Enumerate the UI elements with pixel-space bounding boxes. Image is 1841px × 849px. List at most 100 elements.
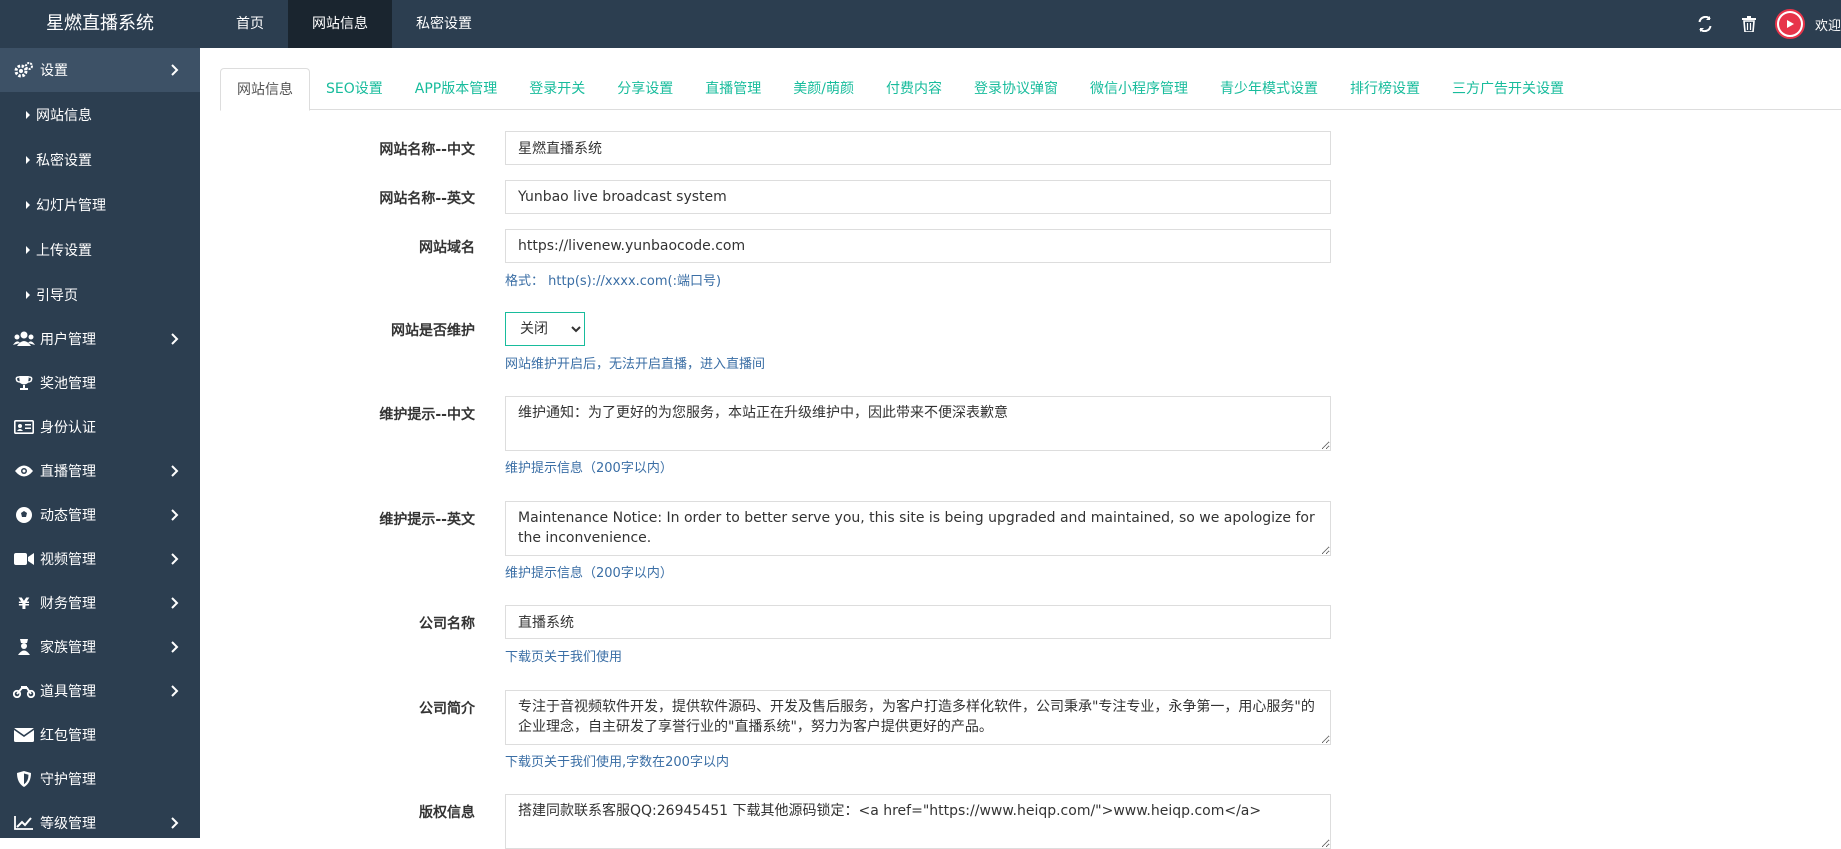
sidebar-item-guard[interactable]: 守护管理 — [0, 757, 200, 801]
company-input[interactable] — [505, 605, 1331, 639]
tip-en-textarea[interactable]: Maintenance Notice: In order to better s… — [505, 501, 1331, 556]
sidebar-item-label: 家族管理 — [40, 640, 96, 656]
chevron-right-icon — [166, 506, 184, 524]
caret-right-icon — [26, 290, 30, 299]
tip-cn-help: 维护提示信息（200字以内） — [505, 461, 673, 476]
maintenance-select[interactable]: 关闭 — [505, 312, 585, 346]
family-icon — [12, 637, 36, 657]
chevron-right-icon — [166, 462, 184, 480]
sidebar-sub-guide[interactable]: 引导页 — [0, 272, 200, 317]
sidebar-item-label: 动态管理 — [40, 508, 96, 524]
sidebar-item-family[interactable]: 家族管理 — [0, 625, 200, 669]
sidebar-item-label: 直播管理 — [40, 464, 96, 480]
sidebar-sub-slides[interactable]: 幻灯片管理 — [0, 182, 200, 227]
sidebar-item-identity[interactable]: 身份认证 — [0, 405, 200, 449]
tab-site-info[interactable]: 网站信息 — [220, 68, 310, 111]
tab-app-version[interactable]: APP版本管理 — [399, 68, 513, 110]
sidebar-item-props[interactable]: 道具管理 — [0, 669, 200, 713]
tab-third-ads[interactable]: 三方广告开关设置 — [1436, 68, 1580, 110]
sidebar-item-users[interactable]: 用户管理 — [0, 317, 200, 361]
tip-cn-label: 维护提示--中文 — [379, 407, 475, 423]
sidebar-item-red-packet[interactable]: 红包管理 — [0, 713, 200, 757]
caret-right-icon — [26, 200, 30, 209]
ball-icon — [12, 505, 36, 525]
sidebar-sub-site-info[interactable]: 网站信息 — [0, 92, 200, 137]
chart-icon — [12, 813, 36, 833]
tab-ranking[interactable]: 排行榜设置 — [1334, 68, 1436, 110]
tab-teen-mode[interactable]: 青少年模式设置 — [1204, 68, 1334, 110]
sidebar-item-label: 红包管理 — [40, 728, 96, 744]
copyright-textarea[interactable]: 搭建同款联系客服QQ:26945451 下载其他源码锁定：<a href="ht… — [505, 794, 1331, 849]
sidebar-sub-label: 网站信息 — [36, 107, 92, 124]
sidebar-item-label: 用户管理 — [40, 332, 96, 348]
tab-wechat-mini[interactable]: 微信小程序管理 — [1074, 68, 1204, 110]
sidebar-sub-upload[interactable]: 上传设置 — [0, 227, 200, 272]
intro-textarea[interactable]: 专注于音视频软件开发，提供软件源码、开发及售后服务，为客户打造多样化软件，公司秉… — [505, 690, 1331, 745]
id-card-icon — [12, 417, 36, 437]
sidebar-item-label: 财务管理 — [40, 596, 96, 612]
settings-tabs: 网站信息 SEO设置 APP版本管理 登录开关 分享设置 直播管理 美颜/萌颜 … — [220, 68, 1841, 111]
sidebar-item-level[interactable]: 等级管理 — [0, 801, 200, 838]
tab-share[interactable]: 分享设置 — [601, 68, 689, 110]
refresh-icon[interactable] — [1683, 0, 1727, 48]
sidebar-item-video[interactable]: 视频管理 — [0, 537, 200, 581]
sidebar-item-label: 道具管理 — [40, 684, 96, 700]
top-nav-site-info[interactable]: 网站信息 — [288, 0, 392, 48]
tip-en-label: 维护提示--英文 — [379, 512, 475, 528]
sidebar-sub-private[interactable]: 私密设置 — [0, 137, 200, 182]
name-en-input[interactable] — [505, 180, 1331, 214]
sidebar-item-live[interactable]: 直播管理 — [0, 449, 200, 493]
sidebar-sub-label: 引导页 — [36, 287, 78, 304]
trophy-icon — [12, 373, 36, 393]
gears-icon — [12, 60, 36, 80]
shield-icon — [12, 769, 36, 789]
trash-icon[interactable] — [1727, 0, 1771, 48]
sidebar-sub-label: 私密设置 — [36, 152, 92, 169]
welcome-text[interactable]: 欢迎, — [1815, 15, 1841, 34]
avatar[interactable] — [1775, 9, 1805, 39]
brand-title[interactable]: 星燃直播系统 — [0, 0, 200, 48]
sidebar-item-label: 视频管理 — [40, 552, 96, 568]
chevron-right-icon — [166, 594, 184, 612]
envelope-icon — [12, 725, 36, 745]
intro-help: 下载页关于我们使用,字数在200字以内 — [505, 755, 729, 770]
top-nav-tabs: 首页 网站信息 私密设置 — [212, 0, 496, 48]
top-nav-private[interactable]: 私密设置 — [392, 0, 496, 48]
tab-login-agreement[interactable]: 登录协议弹窗 — [958, 68, 1074, 110]
domain-input[interactable] — [505, 229, 1331, 263]
tip-cn-textarea[interactable]: 维护通知：为了更好的为您服务，本站正在升级维护中，因此带来不便深表歉意 — [505, 396, 1331, 451]
top-nav-home[interactable]: 首页 — [212, 0, 288, 48]
tab-login-switch[interactable]: 登录开关 — [513, 68, 601, 110]
copyright-label: 版权信息 — [419, 805, 475, 821]
caret-right-icon — [26, 245, 30, 254]
name-cn-label: 网站名称--中文 — [379, 142, 475, 158]
top-navbar: 星燃直播系统 首页 网站信息 私密设置 欢迎, — [0, 0, 1841, 48]
eye-icon — [12, 461, 36, 481]
sidebar-item-label: 身份认证 — [40, 420, 96, 436]
main-content: 网站信息 SEO设置 APP版本管理 登录开关 分享设置 直播管理 美颜/萌颜 … — [200, 48, 1841, 849]
tab-live[interactable]: 直播管理 — [689, 68, 777, 110]
sidebar-item-label: 等级管理 — [40, 816, 96, 832]
sidebar-sub-label: 上传设置 — [36, 242, 92, 259]
chevron-right-icon — [166, 682, 184, 700]
chevron-right-icon — [166, 814, 184, 832]
video-icon — [12, 549, 36, 569]
sidebar-item-dynamic[interactable]: 动态管理 — [0, 493, 200, 537]
sidebar-item-label: 守护管理 — [40, 772, 96, 788]
caret-right-icon — [26, 155, 30, 164]
chevron-right-icon — [166, 638, 184, 656]
sidebar-item-settings[interactable]: 设置 — [0, 48, 200, 92]
sidebar-item-label: 设置 — [40, 63, 68, 79]
intro-label: 公司简介 — [419, 701, 475, 717]
tab-paid[interactable]: 付费内容 — [870, 68, 958, 110]
tab-beauty[interactable]: 美颜/萌颜 — [777, 68, 870, 110]
users-icon — [12, 329, 36, 349]
chevron-right-icon — [166, 550, 184, 568]
sidebar-item-prize-pool[interactable]: 奖池管理 — [0, 361, 200, 405]
motorcycle-icon — [12, 681, 36, 701]
caret-right-icon — [26, 110, 30, 119]
sidebar-item-finance[interactable]: ¥ 财务管理 — [0, 581, 200, 625]
play-icon — [1779, 13, 1801, 35]
name-cn-input[interactable] — [505, 131, 1331, 165]
tab-seo[interactable]: SEO设置 — [310, 68, 399, 110]
